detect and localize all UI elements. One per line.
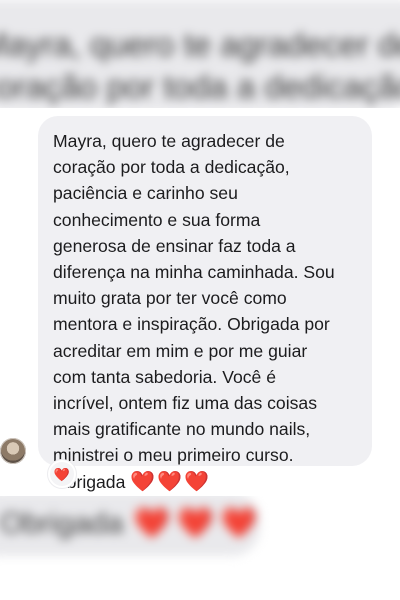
- message-line: incrível, ontem fiz uma das coisas: [53, 393, 318, 414]
- message-line: diferença na minha caminhada. Sou: [53, 262, 335, 283]
- sender-avatar[interactable]: [0, 438, 26, 464]
- message-bubble[interactable]: Mayra, quero te agradecer de coração por…: [38, 116, 372, 493]
- message-line: mais gratificante no mundo nails,: [53, 419, 311, 440]
- message-line: acreditar em mim e por me guiar: [53, 340, 308, 361]
- message-line: Mayra, quero te agradecer de: [53, 131, 285, 151]
- reaction-heart-icon: ❤️: [53, 466, 71, 482]
- heart-reaction-icon[interactable]: ❤️: [48, 460, 76, 488]
- message-line: generosa de ensinar faz toda a: [53, 235, 296, 256]
- message-line: coração por toda a dedicação,: [53, 157, 290, 178]
- blurred-hearts: ❤️❤️❤️: [133, 507, 264, 540]
- blurred-line-2: coração por toda a dedicação,: [0, 68, 400, 105]
- heart-emojis: ❤️❤️❤️: [130, 470, 211, 493]
- blurred-previous-message: Mayra, quero te agradecer de coração por…: [0, 0, 400, 112]
- message-line: com tanta sabedoria. Você é: [53, 366, 276, 387]
- blurred-line-1: Mayra, quero te agradecer de: [0, 26, 400, 63]
- message-line: muito grata por ter você como: [53, 288, 287, 309]
- blurred-thanks-text: Obrigada: [0, 507, 124, 540]
- blurred-next-message: Obrigada ❤️❤️❤️: [0, 492, 260, 556]
- message-line: ministrei o meu primeiro curso.: [53, 445, 294, 466]
- message-line: paciência e carinho seu: [53, 183, 238, 204]
- message-line: mentora e inspiração. Obrigada por: [53, 314, 330, 335]
- message-line: conhecimento e sua forma: [53, 209, 261, 230]
- message-text: Mayra, quero te agradecer de coração por…: [53, 128, 358, 495]
